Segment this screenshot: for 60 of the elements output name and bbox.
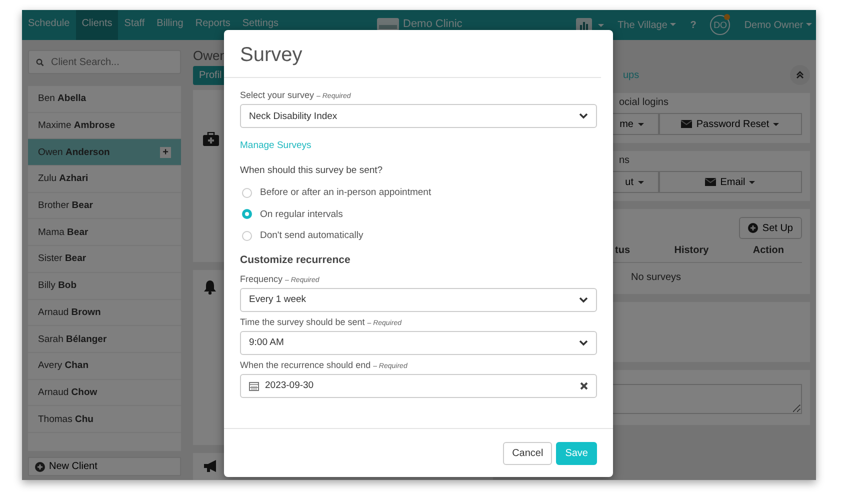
client-list-item[interactable]: Thomas Chu	[28, 406, 181, 433]
calendar-icon	[249, 380, 259, 390]
date-field[interactable]: 2023-09-30	[240, 374, 597, 398]
cancel-button[interactable]: Cancel	[503, 442, 552, 464]
radio-label: On regular intervals	[260, 208, 343, 220]
set-up-button[interactable]: Set Up	[739, 217, 802, 239]
client-list-item[interactable]: Avery Chan	[28, 352, 181, 380]
client-list-item[interactable]: Arnaud Chow	[28, 380, 181, 406]
section-heading: Customize recurrence	[240, 254, 352, 266]
radio-button[interactable]	[242, 209, 252, 220]
radio-label: Before or after an in-person appointment	[260, 187, 432, 198]
survey-select[interactable]: Neck Disability Index	[240, 104, 597, 128]
envelope-icon	[681, 120, 692, 128]
dialog-title: Survey	[224, 30, 601, 78]
column-header: tus	[615, 245, 630, 256]
manage-surveys-link[interactable]: Manage Surveys	[240, 140, 597, 151]
client-list-item[interactable]: Sarah Bélanger	[28, 326, 181, 353]
radio-button[interactable]	[242, 188, 252, 198]
client-list-item[interactable]: Ben Abella	[28, 86, 181, 113]
panel-caption: ns	[618, 155, 631, 166]
double-chevron-up-icon	[796, 71, 804, 79]
caret-icon	[598, 24, 604, 26]
chevron-down-icon	[579, 296, 588, 302]
client-list-item[interactable]: Owen Anderson +	[28, 139, 181, 166]
chevron-down-icon	[579, 113, 588, 119]
plus-circle-icon	[35, 462, 45, 472]
radio-button[interactable]	[242, 230, 252, 241]
plus-circle-icon	[748, 223, 758, 233]
clinic-logo-icon	[376, 16, 400, 32]
client-list-item[interactable]: Arnaud Brown	[28, 300, 181, 326]
client-list-item[interactable]: Billy Bob	[28, 272, 181, 300]
megaphone-icon	[203, 459, 219, 473]
column-header: History	[674, 245, 709, 256]
question-text: When should this survey be sent?	[240, 165, 384, 176]
client-search-input[interactable]: Client Search...	[49, 56, 173, 68]
bell-icon	[203, 280, 217, 295]
clinic-name: Demo Clinic	[403, 18, 462, 30]
search-icon	[36, 56, 44, 68]
client-search-field[interactable]: Client Search...	[28, 50, 181, 74]
new-client-button[interactable]: New Client	[28, 457, 181, 476]
envelope-icon	[705, 178, 716, 186]
client-list-item[interactable]: Zulu Azhari	[28, 166, 181, 193]
dropdown-button[interactable]: Email	[658, 171, 802, 193]
chevron-down-icon	[579, 340, 588, 346]
panel-caption: ocial logins	[618, 97, 670, 108]
empty-table-message: No surveys	[630, 271, 682, 285]
client-list-item[interactable]: Mama Bear	[28, 219, 181, 246]
dropdown-select[interactable]: 9:00 AM	[240, 330, 597, 354]
collapse-button[interactable]	[790, 65, 810, 85]
dropdown-select[interactable]: Every 1 week	[240, 288, 597, 312]
add-button[interactable]: +	[160, 146, 171, 158]
save-button[interactable]: Save	[556, 442, 597, 464]
column-header: Action	[752, 245, 784, 256]
clear-icon[interactable]	[580, 382, 588, 390]
nav-tab[interactable]: Clients	[76, 10, 118, 40]
client-list-item[interactable]: Sister Bear	[28, 246, 181, 273]
radio-label: Don't send automatically	[260, 230, 364, 242]
dropdown-button[interactable]: Password Reset	[658, 113, 802, 135]
medical-kit-icon	[203, 132, 219, 146]
client-list-item[interactable]: Brother Bear	[28, 192, 181, 220]
